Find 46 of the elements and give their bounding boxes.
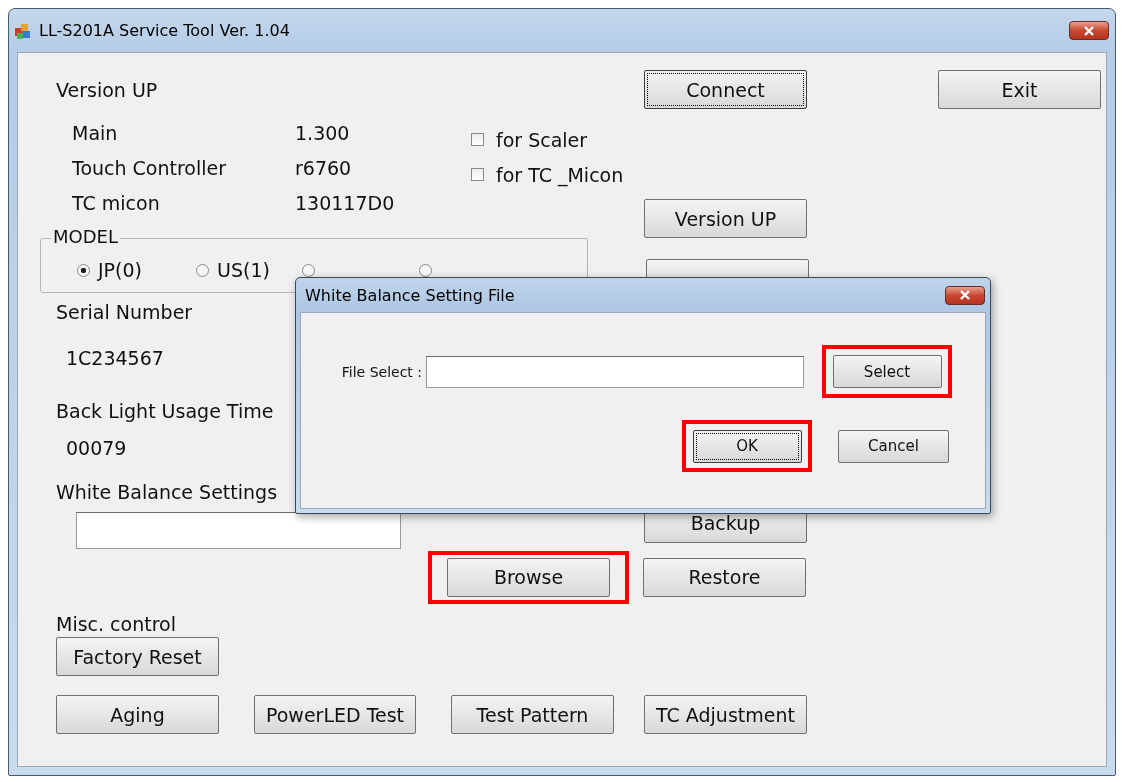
radio-button[interactable]: [302, 263, 315, 277]
file-path-field[interactable]: [426, 355, 804, 388]
checkbox-label: for TC _Micon: [496, 163, 624, 186]
radio-label: US(1): [217, 259, 270, 281]
push-button[interactable]: PowerLED Test: [254, 695, 416, 734]
field-value: 1C234567: [66, 347, 164, 369]
push-button[interactable]: Version UP: [644, 199, 807, 238]
field-label: File Select :: [340, 363, 422, 380]
field-value: r6760: [295, 156, 353, 179]
dialog-title: White Balance Setting File: [305, 285, 515, 305]
close-button[interactable]: [1069, 21, 1109, 40]
checkbox-label: for Scaler: [496, 128, 588, 151]
push-button[interactable]: Cancel: [838, 429, 949, 463]
field-label: Main: [72, 121, 119, 144]
push-button[interactable]: TC Adjustment: [644, 695, 807, 734]
close-icon: [1083, 25, 1095, 36]
radio-button[interactable]: [77, 263, 90, 277]
close-button[interactable]: [945, 285, 985, 305]
radio-label: JP(0): [98, 259, 142, 281]
window-title: LL-S201A Service Tool Ver. 1.04: [39, 21, 291, 40]
checkbox[interactable]: [471, 168, 484, 181]
push-button[interactable]: Select: [832, 355, 942, 388]
push-button[interactable]: Browse: [447, 557, 610, 597]
push-button[interactable]: Exit: [938, 70, 1101, 109]
section-label: Version UP: [56, 78, 159, 101]
radio-button[interactable]: [419, 263, 432, 277]
field-label: Serial Number: [56, 301, 193, 323]
push-button[interactable]: Connect: [644, 70, 807, 109]
field-value: 00079: [66, 437, 127, 459]
field-label: White Balance Settings: [56, 481, 278, 503]
push-button[interactable]: Factory Reset: [56, 637, 219, 676]
field-label: TC micon: [72, 191, 161, 214]
app-icon: [14, 21, 32, 40]
section-label: Misc. control: [56, 613, 176, 635]
text-field[interactable]: [76, 511, 401, 549]
radio-button[interactable]: [196, 263, 209, 277]
close-icon: [959, 290, 971, 300]
field-value: 130117D0: [295, 191, 396, 214]
field-label: Touch Controller: [72, 156, 228, 179]
push-button[interactable]: Aging: [56, 695, 219, 734]
push-button[interactable]: Test Pattern: [451, 695, 614, 734]
field-value: 1.300: [295, 121, 351, 144]
push-button[interactable]: Restore: [643, 557, 806, 597]
field-label: Back Light Usage Time: [56, 400, 274, 422]
push-button[interactable]: OK: [692, 429, 802, 463]
checkbox[interactable]: [471, 133, 484, 146]
